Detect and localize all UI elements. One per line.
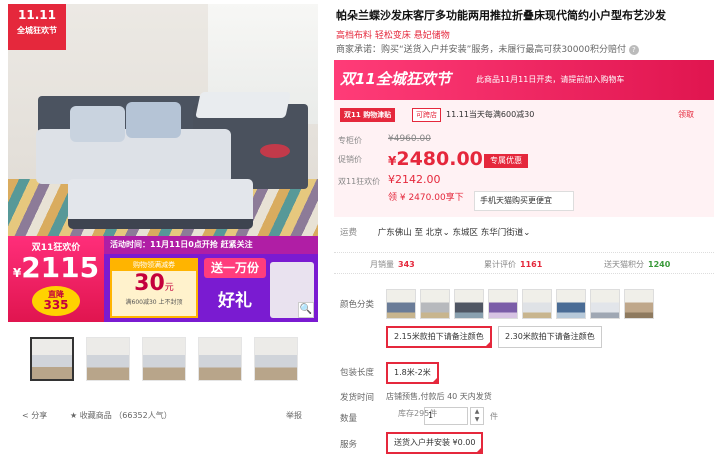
coupon-title: 购物领满减券 bbox=[112, 260, 196, 271]
quantity-stepper[interactable]: ▲ ▼ bbox=[470, 407, 484, 425]
d11-tag: 双11 购物津贴 bbox=[340, 108, 396, 122]
length-option[interactable]: 1.8米-2米 bbox=[386, 362, 439, 384]
exclusive-tag: 专属优惠 bbox=[484, 154, 528, 168]
gift-promo: 送一万份 好礼 bbox=[204, 258, 266, 318]
search-icon[interactable]: 🔍 bbox=[298, 302, 314, 318]
badge-date: 11.11 bbox=[18, 8, 56, 22]
question-icon[interactable]: ? bbox=[628, 45, 639, 55]
thumbnail[interactable] bbox=[198, 337, 242, 381]
price-box: 双11全城狂欢节 此商品11月11日开卖，请提前加入购物车 双11 购物津贴 可… bbox=[334, 60, 714, 217]
coupon-row: 双11 购物津贴 可跨店 11.11当天每满600减30 领取 bbox=[334, 108, 714, 124]
color-swatch[interactable] bbox=[522, 289, 552, 319]
merchant-promise: 商家承诺：购买“送货入户并安装”服务，未履行最高可获30000积分赔付 ? bbox=[336, 42, 710, 55]
color-swatch[interactable] bbox=[624, 289, 654, 319]
coupon-card: 购物领满减券 30元 满600减30 上不封顶 bbox=[110, 258, 198, 318]
gift-line1: 送一万份 bbox=[204, 258, 266, 278]
pillow bbox=[70, 106, 125, 142]
color-swatches bbox=[386, 289, 654, 319]
share-button[interactable]: < 分享 bbox=[22, 410, 47, 421]
pillow bbox=[126, 102, 181, 138]
size-option-215[interactable]: 2.15米款拍下请备注颜色 bbox=[386, 326, 492, 348]
promo-price-value: ¥2480.00 bbox=[388, 148, 483, 170]
ship-from: 广东佛山 bbox=[377, 228, 412, 238]
discount-value: 335 bbox=[43, 298, 69, 312]
coupon-note: 11.11当天每满600减30 bbox=[446, 110, 535, 119]
quantity-input[interactable]: 1 bbox=[424, 407, 468, 425]
promise-text: 商家承诺：购买“送货入户并安装”服务，未履行最高可获30000积分赔付 bbox=[336, 45, 626, 55]
service-label: 服务 bbox=[340, 440, 358, 450]
sale-banner: 双11全城狂欢节 此商品11月11日开卖，请提前加入购物车 bbox=[334, 60, 714, 100]
street-select[interactable]: 东华门街道⌄ bbox=[481, 228, 531, 238]
delivery-row: 运费 广东佛山 至 北京⌄ 东城区 东华门街道⌄ bbox=[340, 226, 530, 238]
sales-stats: 月销量 343 累计评价 1161 送天猫积分 1240 bbox=[334, 252, 714, 274]
orig-price: ¥4960.00 bbox=[388, 134, 431, 144]
color-swatch[interactable] bbox=[556, 289, 586, 319]
ship-to-select[interactable]: 北京⌄ bbox=[426, 228, 450, 238]
promo-price-label: 促销价 bbox=[338, 155, 362, 164]
sale-badge: 11.11 全城狂欢节 bbox=[8, 4, 66, 50]
to-word: 至 bbox=[414, 228, 423, 238]
cross-store-tag: 可跨店 bbox=[412, 108, 441, 122]
monthly-sales: 月销量 343 bbox=[370, 260, 415, 269]
color-swatch[interactable] bbox=[386, 289, 416, 319]
promo-price: 2115 bbox=[21, 251, 100, 284]
app-buy-button[interactable]: 手机天猫购买更便宜 bbox=[474, 191, 574, 211]
coupon-value: 30 bbox=[134, 271, 165, 296]
service-option[interactable]: 送货入户并安装 ¥0.00 bbox=[386, 432, 484, 454]
promo-price-panel: 双11狂欢价 ¥2115 直降 335 bbox=[8, 236, 104, 322]
report-link[interactable]: 举报 bbox=[286, 410, 302, 421]
product-main-image[interactable]: 11.11 全城狂欢节 双11狂欢价 ¥2115 直降 335 活动时间：11月… bbox=[8, 4, 318, 322]
share-label: 分享 bbox=[31, 411, 48, 420]
sofa-pullout-bed bbox=[68, 179, 253, 229]
ship-time-value: 店铺预售,付款后 40 天内发货 bbox=[386, 392, 492, 401]
chaise-cushion bbox=[195, 92, 291, 118]
color-label: 颜色分类 bbox=[340, 300, 375, 310]
product-title: 帕朵兰蝶沙发床客厅多功能两用推拉折叠床现代简约小户型布艺沙发 bbox=[336, 9, 666, 22]
gift-line2: 好礼 bbox=[218, 291, 252, 311]
review-count[interactable]: 累计评价 1161 bbox=[484, 259, 542, 270]
favorite-button[interactable]: ★ 收藏商品 （66352人气） bbox=[70, 410, 172, 421]
favorite-label: 收藏商品 bbox=[79, 411, 112, 420]
thumbnail-strip bbox=[30, 337, 298, 381]
claim-link[interactable]: 领取 bbox=[678, 109, 694, 120]
quantity-unit: 件 bbox=[490, 412, 498, 421]
activity-time: 活动时间：11月11日0点开抢 赶紧关注 bbox=[104, 236, 318, 254]
flower-decor bbox=[260, 144, 290, 158]
banner-text: 此商品11月11日开卖，请提前加入购物车 bbox=[476, 75, 625, 84]
quantity-label: 数量 bbox=[340, 414, 358, 424]
delivery-label: 运费 bbox=[340, 228, 358, 238]
product-subtitle: 高档布料 轻松变床 悬妃储物 bbox=[336, 31, 450, 41]
thumbnail[interactable] bbox=[254, 337, 298, 381]
district-select[interactable]: 东城区 bbox=[453, 228, 479, 238]
d11-price-label: 双11狂欢价 bbox=[338, 177, 381, 186]
orig-price-label: 专柜价 bbox=[338, 136, 362, 145]
color-swatch[interactable] bbox=[590, 289, 620, 319]
length-label: 包装长度 bbox=[340, 368, 375, 378]
points: 送天猫积分 1240 bbox=[604, 260, 671, 269]
promo-bar: 双11狂欢价 ¥2115 直降 335 活动时间：11月11日0点开抢 赶紧关注… bbox=[8, 236, 318, 322]
thumbnail[interactable] bbox=[30, 337, 74, 381]
thumbnail[interactable] bbox=[142, 337, 186, 381]
badge-text: 全城狂欢节 bbox=[17, 26, 57, 35]
coupon-price-line: 领 ¥ 2470.00享下 bbox=[388, 193, 464, 203]
size-option-230[interactable]: 2.30米款拍下请备注颜色 bbox=[498, 326, 602, 348]
d11-price: ¥2142.00 bbox=[388, 173, 441, 186]
color-swatch[interactable] bbox=[454, 289, 484, 319]
banner-logo: 双11全城狂欢节 bbox=[340, 70, 451, 88]
star-icon: ★ bbox=[70, 411, 78, 420]
promo-currency: ¥ bbox=[12, 266, 22, 280]
coupon-desc: 满600减30 上不封顶 bbox=[125, 299, 183, 306]
ship-time-label: 发货时间 bbox=[340, 393, 375, 403]
favorite-count: （66352人气） bbox=[114, 411, 172, 420]
color-swatch[interactable] bbox=[488, 289, 518, 319]
share-icon: < bbox=[22, 411, 29, 420]
color-swatch[interactable] bbox=[420, 289, 450, 319]
promo-activity-panel: 活动时间：11月11日0点开抢 赶紧关注 购物领满减券 30元 满600减30 … bbox=[104, 236, 318, 322]
thumbnail[interactable] bbox=[86, 337, 130, 381]
coupon-unit: 元 bbox=[164, 283, 174, 293]
discount-bubble: 直降 335 bbox=[32, 286, 80, 316]
